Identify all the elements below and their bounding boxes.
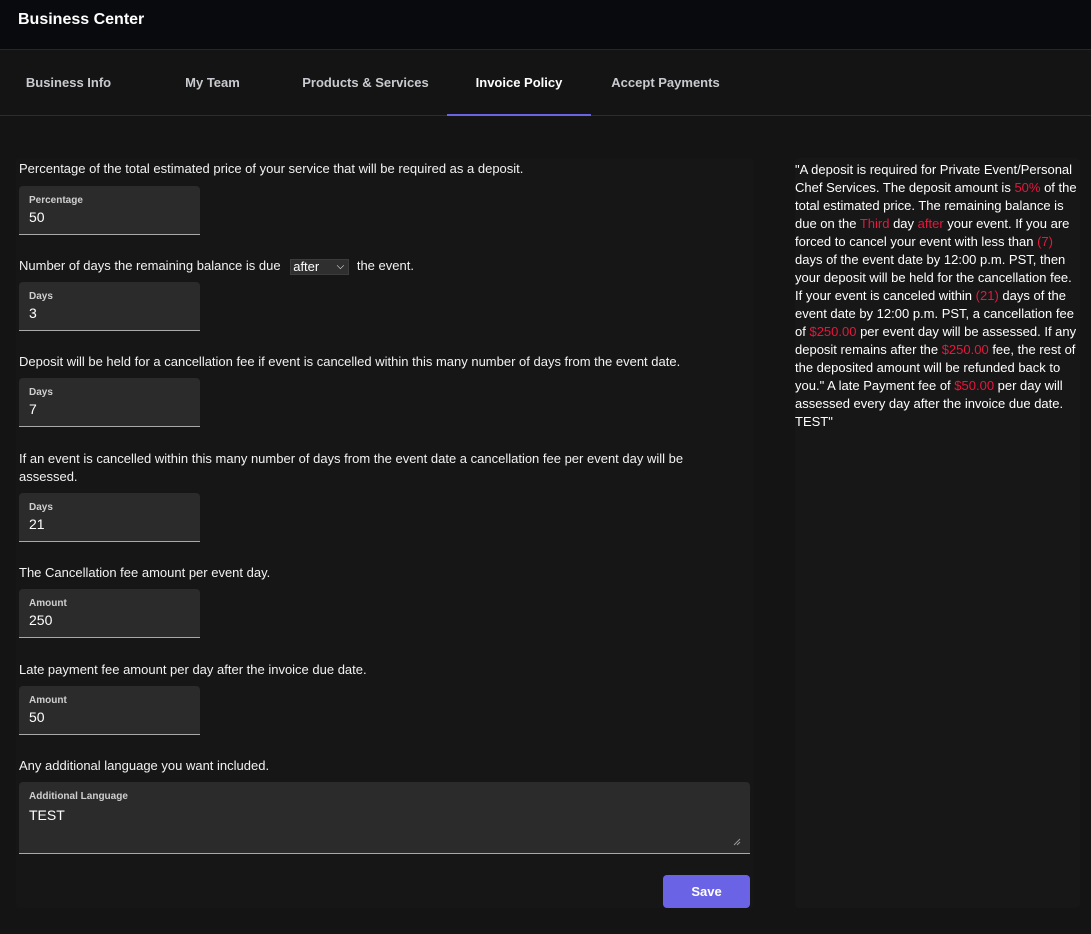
preview-text-3: day — [889, 216, 918, 231]
cancel-fee-amount-field[interactable]: Amount 250 — [19, 589, 200, 638]
late-fee-amount-input[interactable]: 50 — [29, 709, 189, 725]
deposit-held-days-input[interactable]: 7 — [29, 401, 189, 417]
policy-preview-text: "A deposit is required for Private Event… — [795, 161, 1080, 431]
preview-cancel-window-days: (21) — [975, 288, 999, 303]
late-fee-question: Late payment fee amount per day after th… — [19, 662, 367, 677]
deposit-held-days-label: Days — [29, 387, 53, 398]
preview-cancel-fee-2: $250.00 — [941, 342, 989, 357]
cancel-fee-amount-label: Amount — [29, 598, 67, 609]
deposit-percentage-field[interactable]: Percentage 50 — [19, 186, 200, 235]
save-button[interactable]: Save — [663, 875, 750, 908]
balance-question-before: Number of days the remaining balance is … — [19, 258, 281, 273]
tab-business-info[interactable]: Business Info — [0, 50, 137, 115]
tab-my-team[interactable]: My Team — [144, 50, 281, 115]
cancel-window-question: If an event is cancelled within this man… — [19, 451, 684, 484]
balance-timing-value: after — [293, 258, 320, 274]
preview-balance-timing: after — [917, 216, 944, 231]
preview-deposit-percent: 50% — [1014, 180, 1041, 195]
late-fee-amount-field[interactable]: Amount 50 — [19, 686, 200, 735]
tab-accept-payments[interactable]: Accept Payments — [597, 50, 734, 115]
preview-late-fee: $50.00 — [954, 378, 995, 393]
deposit-percentage-label: Percentage — [29, 195, 83, 206]
deposit-held-days-field[interactable]: Days 7 — [19, 378, 200, 427]
balance-question: Number of days the remaining balance is … — [19, 257, 414, 275]
balance-question-after: the event. — [356, 258, 414, 273]
late-fee-amount-label: Amount — [29, 695, 67, 706]
preview-cancel-fee: $250.00 — [809, 324, 857, 339]
additional-language-label: Additional Language — [29, 791, 128, 802]
balance-days-field[interactable]: Days 3 — [19, 282, 200, 331]
tab-invoice-policy[interactable]: Invoice Policy — [447, 50, 591, 116]
cancel-window-days-field[interactable]: Days 21 — [19, 493, 200, 542]
policy-preview-panel: "A deposit is required for Private Event… — [795, 158, 1080, 908]
additional-language-textarea[interactable]: TEST — [29, 807, 65, 823]
deposit-percentage-input[interactable]: 50 — [29, 209, 189, 225]
cancel-window-days-input[interactable]: 21 — [29, 516, 189, 532]
additional-question: Any additional language you want include… — [19, 758, 270, 773]
balance-timing-select[interactable]: after ⌵ — [290, 258, 350, 275]
cancel-fee-question: The Cancellation fee amount per event da… — [19, 565, 271, 580]
cancel-window-days-label: Days — [29, 502, 53, 513]
resize-grip-icon[interactable] — [733, 838, 741, 846]
cancel-fee-amount-input[interactable]: 250 — [29, 612, 189, 628]
deposit-question: Percentage of the total estimated price … — [19, 161, 524, 176]
preview-deposit-held-days: (7) — [1037, 234, 1053, 249]
deposit-held-question: Deposit will be held for a cancellation … — [19, 354, 681, 369]
app-title: Business Center — [18, 11, 145, 28]
balance-days-input[interactable]: 3 — [29, 305, 189, 321]
tab-bar: Business Info My Team Products & Service… — [0, 50, 1091, 116]
balance-days-label: Days — [29, 291, 53, 302]
tab-products-services[interactable]: Products & Services — [297, 50, 434, 115]
additional-language-field[interactable]: Additional Language TEST — [19, 782, 750, 854]
preview-balance-day: Third — [859, 216, 890, 231]
chevron-down-icon: ⌵ — [336, 260, 345, 272]
top-bar: Business Center — [0, 0, 1091, 50]
